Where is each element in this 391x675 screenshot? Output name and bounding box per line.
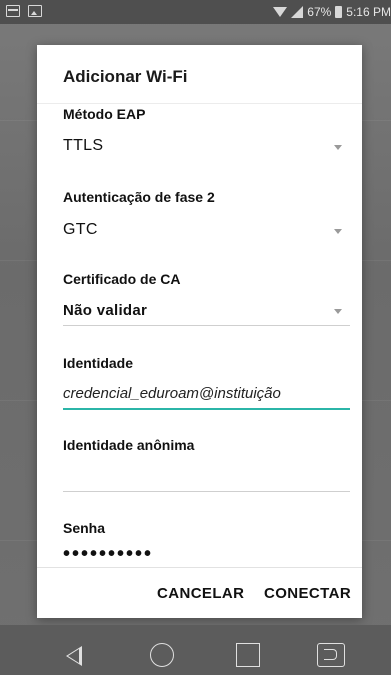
battery-icon <box>335 6 343 18</box>
ca-cert-label: Certificado de CA <box>63 271 181 287</box>
eap-dropdown-icon[interactable] <box>334 145 342 150</box>
phase2-select[interactable]: GTC <box>63 221 98 239</box>
dialog-scroll-content[interactable]: Método EAP TTLS Autenticação de fase 2 G… <box>37 103 362 567</box>
ca-cert-select[interactable]: Não validar <box>63 302 147 319</box>
dual-window-icon[interactable] <box>317 643 345 667</box>
window-icon <box>6 5 20 17</box>
signal-icon <box>291 6 304 18</box>
clock: 5:16 PM <box>346 5 391 19</box>
connect-button[interactable]: CONECTAR <box>264 585 351 602</box>
eap-method-select[interactable]: TTLS <box>63 137 103 155</box>
cancel-button[interactable]: CANCELAR <box>157 585 244 602</box>
image-icon <box>28 5 42 17</box>
phase2-label: Autenticação de fase 2 <box>63 189 215 205</box>
wifi-icon <box>273 7 288 17</box>
dialog-actions <box>37 613 362 618</box>
home-icon[interactable] <box>150 643 174 667</box>
anonymous-identity-label: Identidade anônima <box>63 437 195 453</box>
identity-label: Identidade <box>63 355 134 371</box>
recents-icon[interactable] <box>236 643 260 667</box>
battery-percent: 67% <box>307 5 332 19</box>
identity-underline <box>63 408 350 410</box>
ca-cert-dropdown-icon[interactable] <box>334 309 342 314</box>
password-label: Senha <box>63 520 106 536</box>
status-bar: 67% 5:16 PM <box>0 0 391 24</box>
eap-method-label: Método EAP <box>63 106 146 122</box>
anonymous-identity-underline <box>63 491 350 492</box>
dialog-title: Adicionar Wi-Fi <box>63 67 188 86</box>
actions-divider <box>37 567 362 568</box>
phase2-dropdown-icon[interactable] <box>334 229 342 234</box>
password-input[interactable]: •••••••••• <box>63 543 153 566</box>
identity-input[interactable]: credencial_eduroam@instituição <box>63 385 281 402</box>
add-wifi-dialog: Adicionar Wi-Fi Método EAP TTLS Autentic… <box>37 45 362 618</box>
back-icon[interactable] <box>66 646 82 666</box>
ca-cert-underline <box>63 325 350 326</box>
